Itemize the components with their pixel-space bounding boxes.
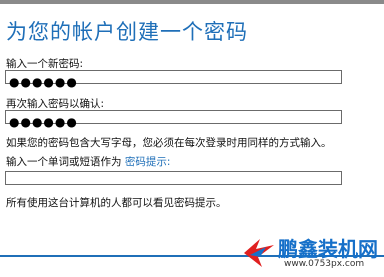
password-hint-input[interactable] xyxy=(6,177,341,189)
case-sensitivity-note: 如果您的密码包含大写字母，您必须在每次登录时用同样的方式输入。 xyxy=(6,137,332,149)
confirm-password-field[interactable] xyxy=(5,110,342,128)
password-hint-prompt: 输入一个单词或短语作为 密码提示: xyxy=(6,154,170,169)
password-hint-link[interactable]: 密码提示: xyxy=(125,156,171,168)
new-password-label: 输入一个新密码: xyxy=(6,58,84,70)
site-watermark: 鹏鑫装机网 www.0753px.com xyxy=(240,233,380,275)
hint-visibility-note: 所有使用这台计算机的人都可以看见密码提示。 xyxy=(6,197,227,209)
new-password-input[interactable] xyxy=(6,76,341,88)
new-password-field[interactable] xyxy=(5,70,342,88)
password-hint-field[interactable] xyxy=(5,171,342,189)
page-title: 为您的帐户创建一个密码 xyxy=(6,20,248,44)
confirm-password-label: 再次输入密码以确认: xyxy=(6,98,105,110)
password-hint-prompt-text: 输入一个单词或短语作为 xyxy=(6,156,122,168)
confirm-password-input[interactable] xyxy=(6,116,341,128)
watermark-site-name: 鹏鑫装机网 xyxy=(278,237,378,261)
site-logo-icon xyxy=(244,239,274,267)
window-top-border xyxy=(0,0,384,4)
watermark-url: www.0753px.com xyxy=(284,259,365,269)
